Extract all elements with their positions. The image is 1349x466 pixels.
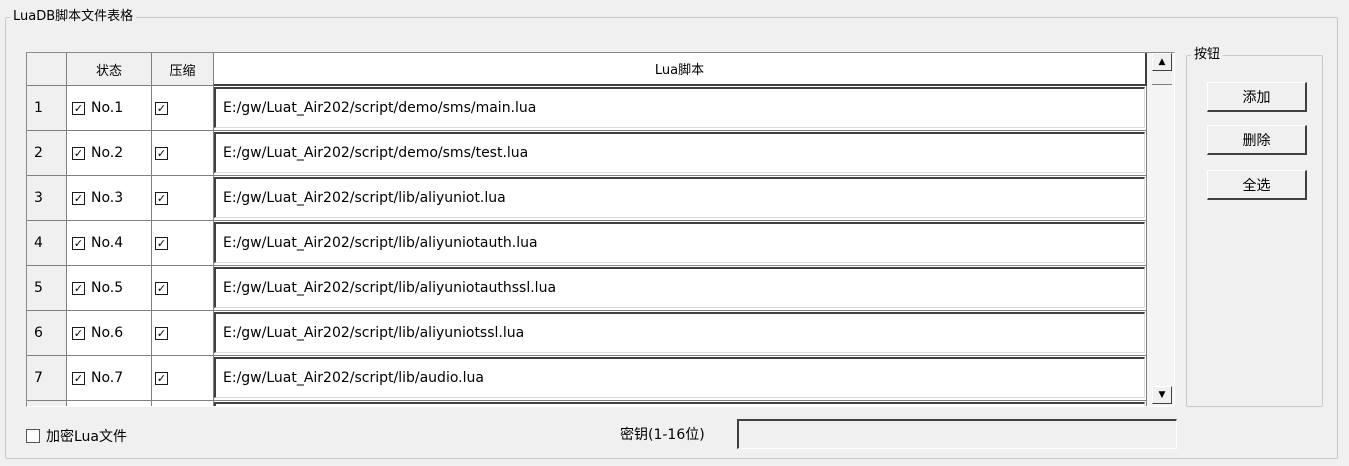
script-table: 状态 压缩 Lua脚本 1 ✓ No.1 ✓ E:/gw/Luat_Air202/scr…: [26, 52, 1175, 407]
lua-script-cell[interactable]: E:/gw/Luat_Air202/script/lib/audio.lua: [214, 356, 1147, 401]
table-row: 3 ✓ No.3 ✓ E:/gw/Luat_Air202/script/lib/aliy…: [27, 176, 1147, 221]
lua-script-cell[interactable]: E:/gw/Luat_Air202/script/demo/sms/main.l…: [214, 86, 1147, 131]
compress-checkbox[interactable]: ✓: [155, 191, 168, 205]
header-compress[interactable]: 压缩: [152, 53, 214, 86]
table-row: 4 ✓ No.4 ✓ E:/gw/Luat_Air202/script/lib/aliy…: [27, 221, 1147, 266]
arrow-down-icon: ▼: [1158, 390, 1166, 400]
lua-script-path[interactable]: E:/gw/Luat_Air202/script/lib/aliyuniotau…: [214, 267, 1145, 308]
status-cell[interactable]: ✓ No.2: [67, 131, 152, 176]
row-index[interactable]: 5: [27, 266, 67, 311]
row-index[interactable]: 1: [27, 86, 67, 131]
status-cell[interactable]: ✓ No.6: [67, 311, 152, 356]
compress-checkbox[interactable]: ✓: [155, 146, 168, 160]
compress-checkbox[interactable]: ✓: [155, 326, 168, 340]
compress-checkbox[interactable]: ✓: [155, 236, 168, 250]
row-index[interactable]: 4: [27, 221, 67, 266]
status-cell[interactable]: [67, 401, 152, 406]
table-row: 6 ✓ No.6 ✓ E:/gw/Luat_Air202/script/lib/aliy…: [27, 311, 1147, 356]
status-label: No.2: [91, 145, 124, 161]
lua-script-path[interactable]: E:/gw/Luat_Air202/script/lib/aliyuniotss…: [214, 312, 1145, 353]
encrypt-lua-label: 加密Lua文件: [46, 429, 128, 445]
row-index[interactable]: 7: [27, 356, 67, 401]
status-label: No.1: [91, 100, 124, 116]
checkbox-icon[interactable]: [26, 429, 40, 443]
compress-checkbox[interactable]: ✓: [155, 101, 168, 115]
encrypt-lua-checkbox[interactable]: 加密Lua文件: [26, 426, 127, 446]
scroll-thumb[interactable]: [1152, 71, 1172, 85]
lua-script-path[interactable]: E:/gw/Luat_Air202/script/lib/aliyuniot.l…: [214, 177, 1145, 218]
status-cell[interactable]: ✓ No.3: [67, 176, 152, 221]
row-index[interactable]: 2: [27, 131, 67, 176]
status-checkbox[interactable]: ✓: [72, 281, 85, 295]
compress-cell[interactable]: ✓: [152, 266, 214, 311]
scroll-up-button[interactable]: ▲: [1152, 53, 1172, 71]
lua-script-cell[interactable]: E:/gw/Luat_Air202/script/lib/aliyuniotss…: [214, 311, 1147, 356]
lua-script-path[interactable]: [214, 402, 1145, 406]
lua-script-path[interactable]: E:/gw/Luat_Air202/script/lib/audio.lua: [214, 357, 1145, 398]
vertical-scrollbar[interactable]: ▲ ▼: [1147, 53, 1174, 406]
corner-header: [27, 53, 67, 86]
select-all-button[interactable]: 全选: [1207, 170, 1307, 200]
status-cell[interactable]: ✓ No.5: [67, 266, 152, 311]
compress-cell[interactable]: ✓: [152, 86, 214, 131]
compress-cell[interactable]: ✓: [152, 131, 214, 176]
compress-checkbox[interactable]: ✓: [155, 281, 168, 295]
status-checkbox[interactable]: ✓: [72, 326, 85, 340]
status-cell[interactable]: ✓ No.4: [67, 221, 152, 266]
status-label: No.3: [91, 190, 124, 206]
row-index[interactable]: [27, 401, 67, 406]
status-checkbox[interactable]: ✓: [72, 146, 85, 160]
header-status[interactable]: 状态: [67, 53, 152, 86]
status-checkbox[interactable]: ✓: [72, 101, 85, 115]
status-label: No.7: [91, 370, 124, 386]
compress-cell[interactable]: ✓: [152, 176, 214, 221]
table-row: 1 ✓ No.1 ✓ E:/gw/Luat_Air202/script/demo/sms…: [27, 86, 1147, 131]
status-checkbox[interactable]: ✓: [72, 191, 85, 205]
table-row: 2 ✓ No.2 ✓ E:/gw/Luat_Air202/script/demo/sms…: [27, 131, 1147, 176]
compress-cell[interactable]: ✓: [152, 311, 214, 356]
lua-script-cell[interactable]: E:/gw/Luat_Air202/script/lib/aliyuniotau…: [214, 221, 1147, 266]
status-checkbox[interactable]: ✓: [72, 236, 85, 250]
lua-script-path[interactable]: E:/gw/Luat_Air202/script/lib/aliyuniotau…: [214, 222, 1145, 263]
key-input[interactable]: [737, 419, 1177, 449]
row-index[interactable]: 6: [27, 311, 67, 356]
scroll-down-button[interactable]: ▼: [1152, 386, 1172, 404]
status-label: No.4: [91, 235, 124, 251]
arrow-up-icon: ▲: [1158, 57, 1166, 67]
status-label: No.6: [91, 325, 124, 341]
delete-button[interactable]: 删除: [1207, 125, 1307, 155]
button-groupbox-title: 按钮: [1191, 47, 1224, 63]
lua-script-cell[interactable]: E:/gw/Luat_Air202/script/lib/aliyuniotau…: [214, 266, 1147, 311]
compress-cell[interactable]: ✓: [152, 221, 214, 266]
table-row: 5 ✓ No.5 ✓ E:/gw/Luat_Air202/script/lib/aliy…: [27, 266, 1147, 311]
key-label: 密钥(1-16位): [620, 427, 705, 443]
header-lua-script[interactable]: Lua脚本: [214, 53, 1147, 86]
compress-cell[interactable]: ✓: [152, 356, 214, 401]
lua-script-path[interactable]: E:/gw/Luat_Air202/script/demo/sms/main.l…: [214, 87, 1145, 128]
compress-cell[interactable]: [152, 401, 214, 406]
status-cell[interactable]: ✓ No.1: [67, 86, 152, 131]
compress-checkbox[interactable]: ✓: [155, 371, 168, 385]
lua-script-path[interactable]: E:/gw/Luat_Air202/script/demo/sms/test.l…: [214, 132, 1145, 173]
lua-script-cell[interactable]: [214, 401, 1147, 406]
status-label: No.5: [91, 280, 124, 296]
status-checkbox[interactable]: ✓: [72, 371, 85, 385]
lua-script-cell[interactable]: E:/gw/Luat_Air202/script/demo/sms/test.l…: [214, 131, 1147, 176]
status-cell[interactable]: ✓ No.7: [67, 356, 152, 401]
table-row: 7 ✓ No.7 ✓ E:/gw/Luat_Air202/script/lib/audi…: [27, 356, 1147, 401]
add-button[interactable]: 添加: [1207, 82, 1307, 112]
table-row: [27, 401, 1147, 406]
luadb-groupbox-title: LuaDB脚本文件表格: [10, 9, 137, 25]
row-index[interactable]: 3: [27, 176, 67, 221]
lua-script-cell[interactable]: E:/gw/Luat_Air202/script/lib/aliyuniot.l…: [214, 176, 1147, 221]
